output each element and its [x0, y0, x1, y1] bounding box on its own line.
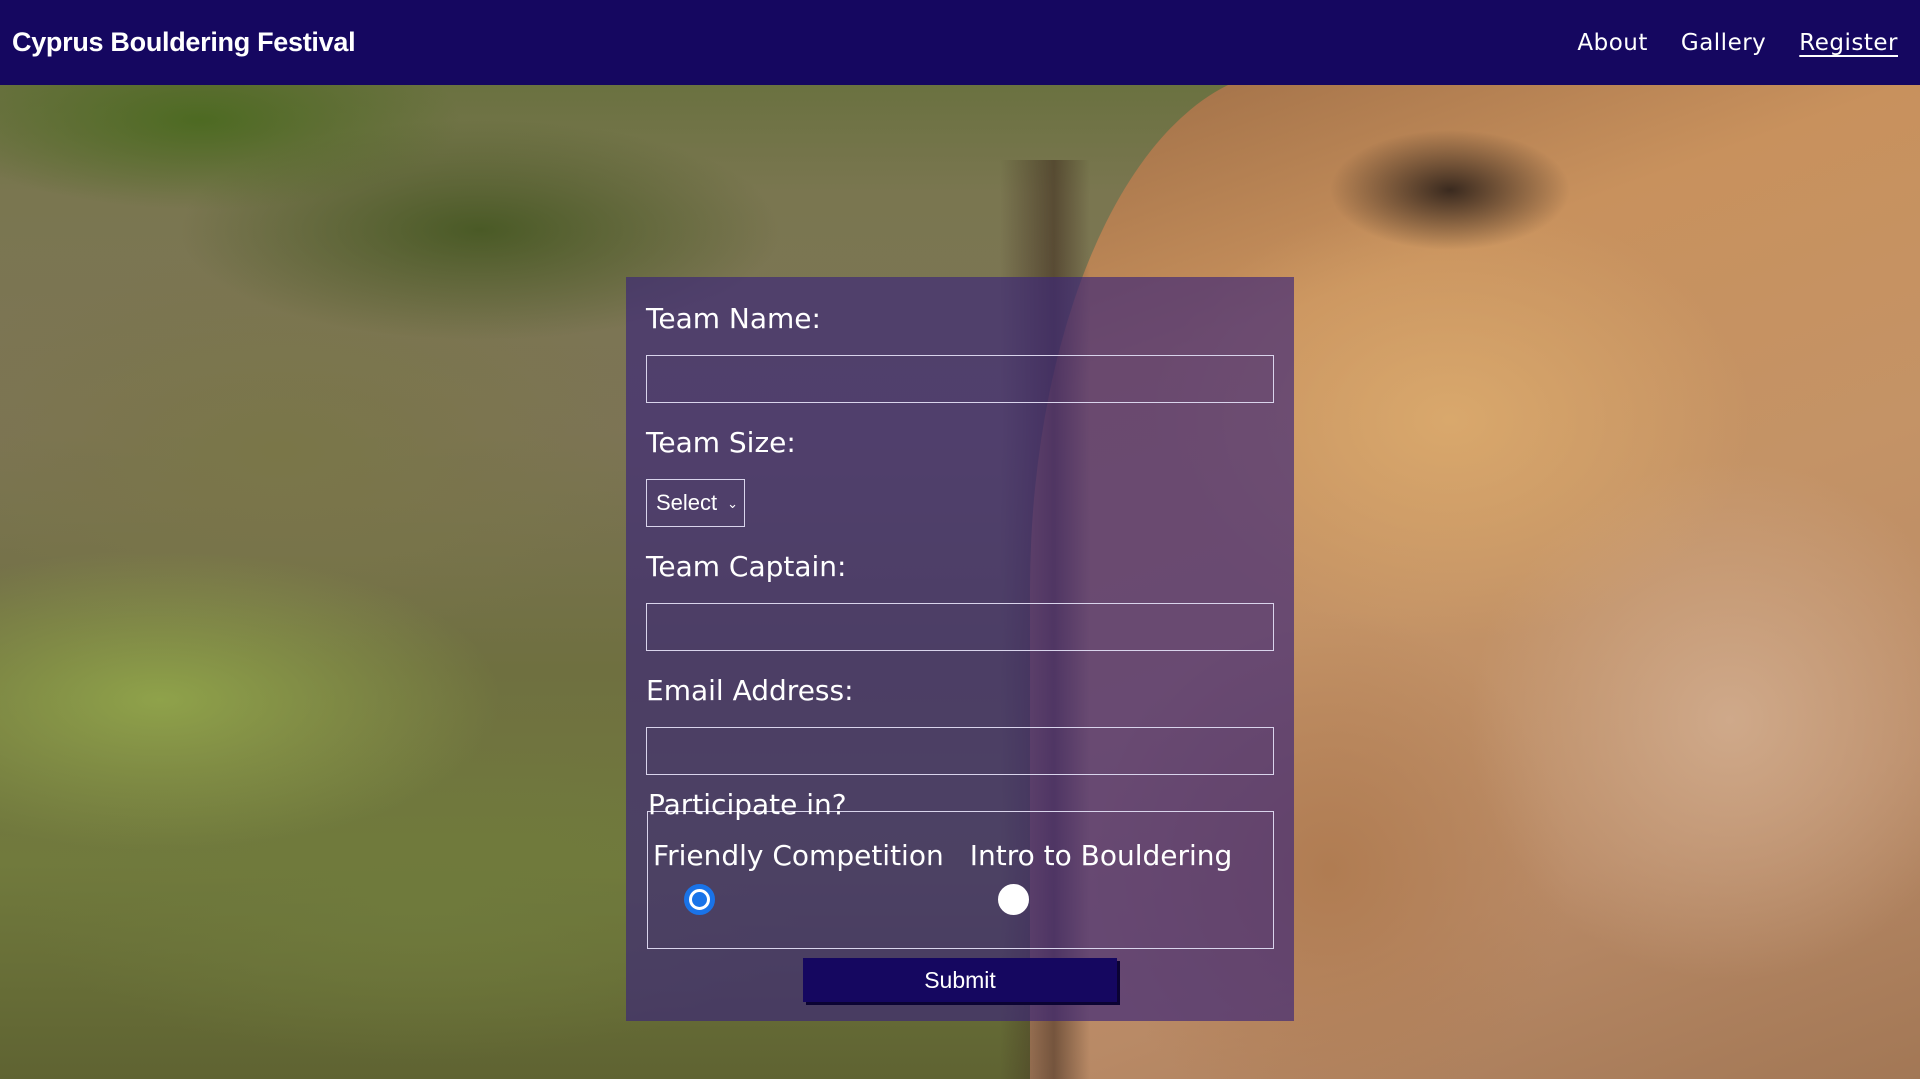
radio-friendly-competition[interactable]: [684, 884, 715, 915]
registration-form: Team Name: Team Size: Select ⌄ Team Capt…: [626, 277, 1294, 1021]
chevron-down-icon: ⌄: [727, 496, 738, 511]
radio-intro-to-bouldering[interactable]: [997, 884, 1029, 915]
team-name-label: Team Name:: [646, 302, 821, 335]
team-size-select[interactable]: Select ⌄: [646, 479, 745, 527]
submit-button[interactable]: Submit: [803, 958, 1117, 1002]
participate-options: Friendly Competition Intro to Bouldering: [653, 836, 1232, 915]
option-friendly-competition[interactable]: Friendly Competition: [653, 836, 944, 915]
option-label: Friendly Competition: [653, 839, 944, 872]
team-captain-label: Team Captain:: [646, 550, 847, 583]
team-size-label: Team Size:: [646, 426, 796, 459]
participate-legend: Participate in?: [648, 788, 847, 821]
nav-link-about[interactable]: About: [1577, 30, 1648, 56]
team-size-selected-value: Select: [656, 490, 718, 515]
nav-link-register[interactable]: Register: [1799, 30, 1898, 56]
email-input[interactable]: [646, 727, 1274, 775]
nav-links: About Gallery Register: [1577, 30, 1898, 56]
team-captain-input[interactable]: [646, 603, 1274, 651]
team-name-input[interactable]: [646, 355, 1274, 403]
option-label: Intro to Bouldering: [969, 839, 1233, 872]
nav-link-gallery[interactable]: Gallery: [1681, 30, 1766, 56]
email-label: Email Address:: [646, 674, 854, 707]
brand-logo-text[interactable]: Cyprus Bouldering Festival: [12, 27, 356, 58]
participate-fieldset: Participate in? Friendly Competition Int…: [647, 788, 1274, 949]
top-navbar: Cyprus Bouldering Festival About Gallery…: [0, 0, 1920, 85]
option-intro-to-bouldering[interactable]: Intro to Bouldering: [969, 836, 1233, 915]
